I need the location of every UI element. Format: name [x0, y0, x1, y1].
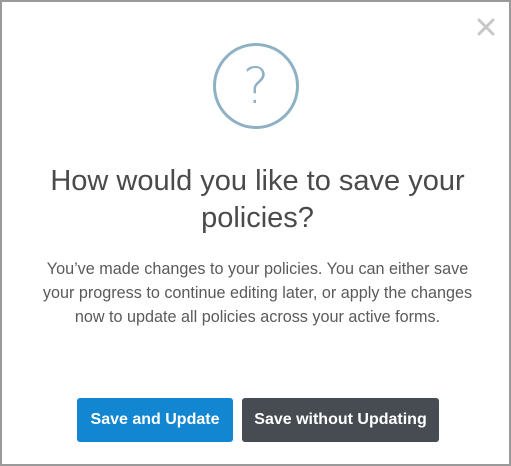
save-policies-dialog: ? How would you like to save your polici…	[0, 0, 511, 466]
close-icon	[477, 18, 495, 36]
question-mark-icon: ?	[213, 43, 299, 129]
question-mark-glyph: ?	[242, 57, 270, 115]
close-button[interactable]	[476, 17, 496, 37]
dialog-title: How would you like to save your policies…	[50, 165, 465, 234]
dialog-message: You’ve made changes to your policies. Yo…	[42, 260, 473, 326]
save-and-update-button[interactable]: Save and Update	[77, 398, 233, 442]
save-without-updating-button[interactable]: Save without Updating	[242, 398, 439, 442]
